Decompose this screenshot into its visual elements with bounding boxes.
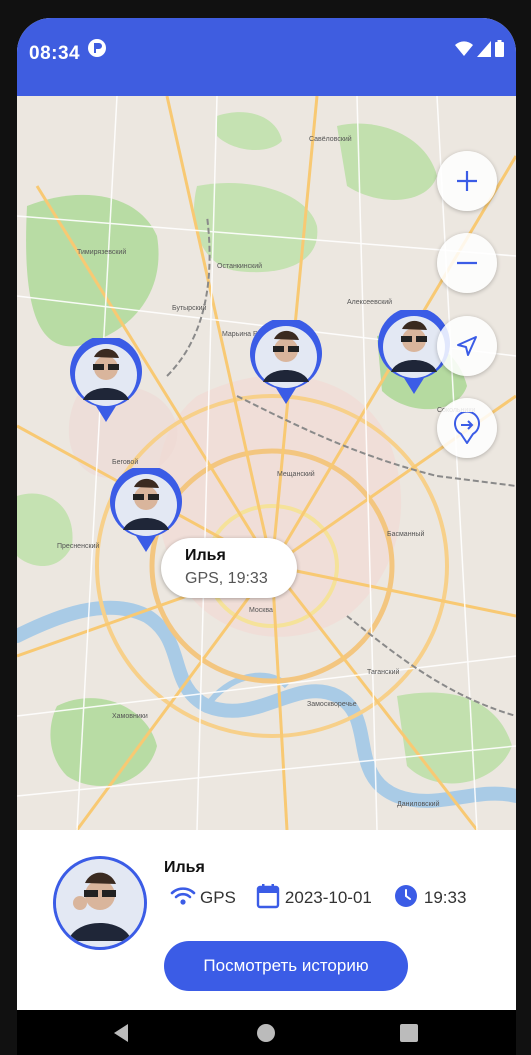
zoom-out-button[interactable]	[437, 233, 497, 293]
svg-text:Тимирязевский: Тимирязевский	[77, 248, 126, 256]
back-icon[interactable]	[112, 1023, 130, 1048]
person-details: GPS 2023-10-01 19:33	[170, 883, 467, 914]
zoom-in-button[interactable]	[437, 151, 497, 211]
route-button[interactable]	[437, 398, 497, 458]
svg-text:Замоскворечье: Замоскворечье	[307, 701, 357, 708]
location-date: 2023-10-01	[284, 888, 372, 907]
system-nav-bar	[17, 1010, 516, 1055]
wifi-icon	[455, 40, 473, 62]
person-info-sheet: Илья GPS 2023-10-01 19:33 Посмотреть ист…	[17, 830, 516, 1010]
svg-text:Бутырский: Бутырский	[172, 304, 207, 312]
clock-icon	[394, 884, 418, 913]
home-icon[interactable]	[256, 1023, 276, 1048]
view-history-button[interactable]: Посмотреть историю	[164, 941, 408, 991]
svg-text:Беговой: Беговой	[112, 458, 138, 466]
svg-text:Алексеевский: Алексеевский	[347, 298, 392, 306]
calendar-icon	[256, 883, 280, 914]
zoom-out-icon	[455, 251, 479, 275]
svg-text:Останкинский: Останкинский	[217, 262, 262, 270]
person-marker-selected[interactable]	[109, 468, 183, 554]
status-bar: 08:34	[17, 18, 516, 96]
device-frame: 08:34 Москва Савёловский Алексеевский Ма…	[0, 0, 531, 1055]
cellular-signal-icon	[477, 40, 491, 62]
person-marker[interactable]	[69, 338, 143, 424]
svg-text:Пресненский: Пресненский	[57, 542, 99, 550]
phone-screen: 08:34 Москва Савёловский Алексеевский Ма…	[17, 18, 516, 1055]
location-time: 19:33	[423, 888, 467, 907]
recents-icon[interactable]	[400, 1024, 418, 1047]
map-view[interactable]: Москва Савёловский Алексеевский Марьина …	[17, 96, 516, 830]
svg-text:Москва: Москва	[249, 607, 273, 614]
person-name: Илья	[164, 859, 205, 876]
battery-icon	[495, 40, 504, 62]
person-marker[interactable]	[249, 320, 323, 406]
my-location-icon	[455, 334, 479, 358]
my-location-button[interactable]	[437, 316, 497, 376]
callout-name: Илья	[185, 547, 226, 564]
wifi-icon	[170, 886, 196, 911]
app-notification-icon	[87, 38, 107, 58]
status-time: 08:34	[29, 43, 81, 64]
callout-info: GPS, 19:33	[185, 570, 268, 587]
svg-text:Даниловский: Даниловский	[397, 800, 440, 808]
marker-callout[interactable]: Илья GPS, 19:33	[161, 538, 297, 598]
zoom-in-icon	[455, 169, 479, 193]
route-icon	[453, 412, 481, 444]
location-source: GPS	[200, 888, 236, 907]
svg-text:Таганский: Таганский	[367, 668, 399, 676]
svg-text:Хамовники: Хамовники	[112, 713, 148, 720]
svg-text:Мещанский: Мещанский	[277, 470, 315, 478]
avatar[interactable]	[53, 856, 147, 950]
status-icons	[455, 40, 504, 62]
svg-text:Савёловский: Савёловский	[309, 135, 352, 143]
map-tiles: Москва Савёловский Алексеевский Марьина …	[17, 96, 516, 830]
svg-text:Басманный: Басманный	[387, 530, 424, 538]
